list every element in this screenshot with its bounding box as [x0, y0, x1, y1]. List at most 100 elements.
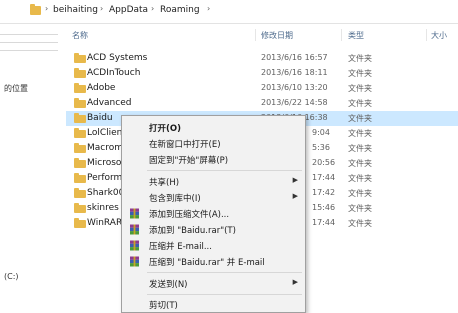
file-date: 2013/6/16 16:57	[261, 53, 328, 62]
file-name: Adobe	[87, 83, 116, 93]
nav-divider	[0, 34, 58, 35]
menu-item-open[interactable]: 打开(O)	[122, 119, 305, 136]
file-date: 2013/6/16 18:11	[261, 68, 328, 77]
file-date: 2013/6/10 13:20	[261, 83, 328, 92]
file-date: 15:46	[312, 203, 336, 212]
nav-divider	[0, 42, 58, 43]
column-divider[interactable]	[341, 29, 342, 41]
file-type: 文件夹	[348, 159, 372, 168]
folder-icon	[74, 83, 86, 93]
folder-icon	[74, 158, 86, 168]
menu-item-open-new-window[interactable]: 在新窗口中打开(E)	[122, 135, 305, 152]
file-name: ACD Systems	[87, 53, 148, 63]
file-row-adobe[interactable]: Adobe 2013/6/10 13:20 文件夹	[66, 81, 458, 96]
navigation-pane: 的位置	[0, 24, 66, 313]
winrar-icon	[130, 240, 139, 251]
breadcrumb-separator: ›	[45, 4, 49, 13]
menu-item-compress-to-baidu-rar-and-email[interactable]: 压缩到 "Baidu.rar" 并 E-mail	[122, 253, 305, 270]
column-header-size[interactable]: 大小	[431, 30, 447, 41]
winrar-icon	[130, 208, 139, 219]
address-bar[interactable]: › beihaiting › AppData › Roaming ›	[0, 0, 458, 24]
menu-item-label: 压缩并 E-mail...	[149, 242, 212, 252]
breadcrumb-beihaiting[interactable]: beihaiting	[53, 5, 98, 15]
nav-item-drive-c[interactable]: (C:)	[4, 272, 19, 281]
file-type: 文件夹	[348, 204, 372, 213]
menu-item-send-to[interactable]: 发送到(N) ▶	[122, 275, 305, 292]
winrar-icon	[130, 224, 139, 235]
winrar-icon	[130, 256, 139, 267]
column-divider[interactable]	[255, 29, 256, 41]
menu-item-label: 包含到库中(I)	[149, 194, 201, 204]
column-header-name[interactable]: 名称	[72, 30, 88, 41]
file-name: Microso	[87, 158, 122, 168]
menu-separator	[147, 170, 302, 171]
file-row-acdintouch[interactable]: ACDInTouch 2013/6/16 18:11 文件夹	[66, 66, 458, 81]
file-type: 文件夹	[348, 219, 372, 228]
folder-icon	[74, 98, 86, 108]
file-type: 文件夹	[348, 174, 372, 183]
file-name: Advanced	[87, 98, 132, 108]
folder-icon	[74, 128, 86, 138]
file-date: 17:42	[312, 188, 336, 197]
file-date: 17:44	[312, 173, 336, 182]
menu-item-label: 压缩到 "Baidu.rar" 并 E-mail	[149, 258, 265, 268]
file-type: 文件夹	[348, 129, 372, 138]
file-date: 9:04	[312, 128, 330, 137]
file-name: Perform	[87, 173, 123, 183]
menu-item-label: 添加到压缩文件(A)...	[149, 210, 230, 220]
folder-icon	[30, 4, 41, 15]
breadcrumb-separator: ›	[151, 4, 155, 13]
folder-icon	[74, 113, 86, 123]
file-row-acd-systems[interactable]: ACD Systems 2013/6/16 16:57 文件夹	[66, 51, 458, 66]
file-row-advanced[interactable]: Advanced 2013/6/22 14:58 文件夹	[66, 96, 458, 111]
menu-item-label: 打开(O)	[149, 124, 181, 134]
column-header-date[interactable]: 修改日期	[261, 30, 293, 41]
folder-icon	[74, 218, 86, 228]
menu-item-compress-and-email[interactable]: 压缩并 E-mail...	[122, 237, 305, 254]
menu-item-label: 发送到(N)	[149, 280, 188, 290]
file-name: skinres	[87, 203, 119, 213]
folder-icon	[74, 68, 86, 78]
column-divider[interactable]	[426, 29, 427, 41]
file-name: Baidu	[87, 113, 113, 123]
file-date: 5:36	[312, 143, 330, 152]
menu-item-label: 在新窗口中打开(E)	[149, 140, 221, 150]
folder-icon	[74, 188, 86, 198]
file-date: 17:44	[312, 218, 336, 227]
menu-item-label: 共享(H)	[149, 178, 180, 188]
breadcrumb-roaming[interactable]: Roaming	[160, 5, 200, 15]
folder-icon	[74, 203, 86, 213]
menu-item-share[interactable]: 共享(H) ▶	[122, 173, 305, 190]
file-type: 文件夹	[348, 69, 372, 78]
breadcrumb-appdata[interactable]: AppData	[109, 5, 148, 15]
folder-icon	[74, 173, 86, 183]
menu-item-cut[interactable]: 剪切(T)	[122, 296, 305, 312]
file-name: Macrom	[87, 143, 124, 153]
file-name: ACDInTouch	[87, 68, 141, 78]
file-date: 2013/6/22 14:58	[261, 98, 328, 107]
menu-item-pin-to-start[interactable]: 固定到"开始"屏幕(P)	[122, 151, 305, 168]
nav-item-location[interactable]: 的位置	[4, 83, 28, 94]
menu-item-label: 添加到 "Baidu.rar"(T)	[149, 226, 236, 236]
menu-separator	[147, 272, 302, 273]
menu-item-add-to-baidu-rar[interactable]: 添加到 "Baidu.rar"(T)	[122, 221, 305, 238]
submenu-arrow-icon: ▶	[292, 176, 298, 184]
menu-item-add-to-archive[interactable]: 添加到压缩文件(A)...	[122, 205, 305, 222]
folder-icon	[74, 143, 86, 153]
menu-item-label: 固定到"开始"屏幕(P)	[149, 156, 229, 166]
file-name: WinRAR	[87, 218, 123, 228]
nav-divider	[0, 50, 58, 51]
file-type: 文件夹	[348, 84, 372, 93]
menu-item-include-in-library[interactable]: 包含到库中(I) ▶	[122, 189, 305, 206]
menu-item-label: 剪切(T)	[149, 301, 178, 311]
folder-icon	[74, 53, 86, 63]
menu-separator	[147, 294, 302, 295]
file-type: 文件夹	[348, 54, 372, 63]
file-type: 文件夹	[348, 189, 372, 198]
file-type: 文件夹	[348, 144, 372, 153]
context-menu: 打开(O) 在新窗口中打开(E) 固定到"开始"屏幕(P) 共享(H) ▶ 包含…	[121, 115, 306, 313]
submenu-arrow-icon: ▶	[292, 192, 298, 200]
file-type: 文件夹	[348, 99, 372, 108]
column-header-type[interactable]: 类型	[348, 30, 364, 41]
breadcrumb-separator: ›	[100, 4, 104, 13]
